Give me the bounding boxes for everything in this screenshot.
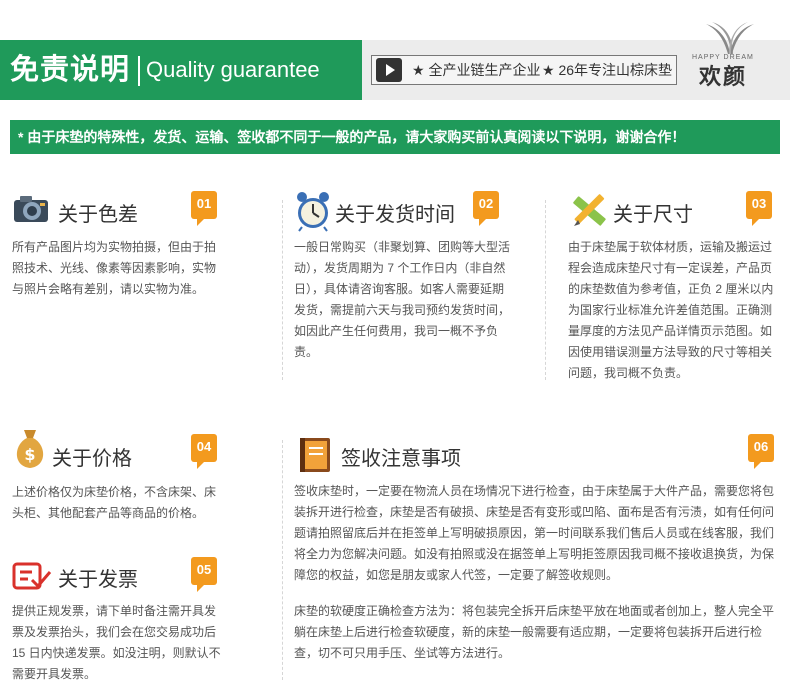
section-body: 所有产品图片均为实物拍摄，但由于拍照技术、光线、像素等因素影响，实物与照片会略有… (12, 240, 217, 296)
section-number-badge: 04 (191, 434, 217, 469)
alarm-clock-icon (297, 192, 329, 232)
section-number-badge: 03 (746, 191, 772, 226)
section-title: 签收注意事项 (341, 448, 461, 470)
section-body: 上述价格仅为床垫价格，不含床架、床头柜、其他配套产品等商品的价格。 (12, 485, 217, 520)
section-title: 关于色差 (58, 204, 138, 226)
page-subtitle: Quality guarantee (146, 57, 320, 82)
camera-icon (14, 196, 48, 222)
section-title: 关于发货时间 (335, 204, 455, 226)
section-body: 一般日常购买（非聚划算、团购等大型活动），发货周期为 7 个工作日内（非自然日）… (294, 240, 511, 359)
section-body: 签收床垫时，一定要在物流人员在场情况下进行检查，由于床垫属于大件产品，需要您将包… (294, 484, 775, 582)
header-title-panel: 免责说明 Quality guarantee (0, 40, 362, 100)
page-header: 免责说明 Quality guarantee ★ 全产业链生产企业 ★ 26年专… (0, 22, 790, 100)
column-divider (282, 440, 283, 680)
svg-text:$: $ (24, 445, 35, 464)
column-divider (545, 200, 546, 380)
section-body-firmness: 床垫的软硬度正确检查方法为：将包装完全拆开后床垫平放在地面或者创加上，整人完全平… (294, 604, 775, 660)
section-title: 关于价格 (52, 448, 132, 470)
money-bag-icon: $ (16, 430, 44, 468)
section-title: 关于尺寸 (613, 204, 693, 226)
slogan-industry-chain: ★ 全产业链生产企业 (412, 62, 541, 78)
section-number-badge: 05 (191, 557, 217, 592)
section-number-badge: 02 (473, 191, 499, 226)
notebook-icon (300, 438, 330, 472)
notice-bar: * 由于床垫的特殊性，发货、运输、签收都不同于一般的产品，请大家购买前认真阅读以… (10, 120, 780, 154)
section-number-badge: 06 (748, 434, 774, 469)
section-body: 提供正规发票，请下单时备注需开具发票及发票抬头，我们会在您交易成功后 15 日内… (12, 604, 221, 681)
slogan-years: ★ 26年专注山棕床垫 (542, 62, 673, 78)
ruler-pencil-icon (573, 194, 606, 226)
play-icon (376, 58, 402, 82)
title-divider (138, 56, 140, 86)
invoice-icon (12, 562, 52, 590)
brand-logo-chinese: 欢颜 (699, 64, 748, 89)
brand-logo-icon (706, 22, 754, 54)
section-number-badge: 01 (191, 191, 217, 226)
section-title: 关于发票 (58, 569, 138, 591)
brand-logo-english: HAPPY DREAM (692, 54, 754, 61)
column-divider (282, 200, 283, 380)
section-body: 由于床垫属于软体材质，运输及搬运过程会造成床垫尺寸有一定误差，产品页的床垫数值为… (568, 240, 774, 380)
page-title: 免责说明 (10, 54, 131, 86)
